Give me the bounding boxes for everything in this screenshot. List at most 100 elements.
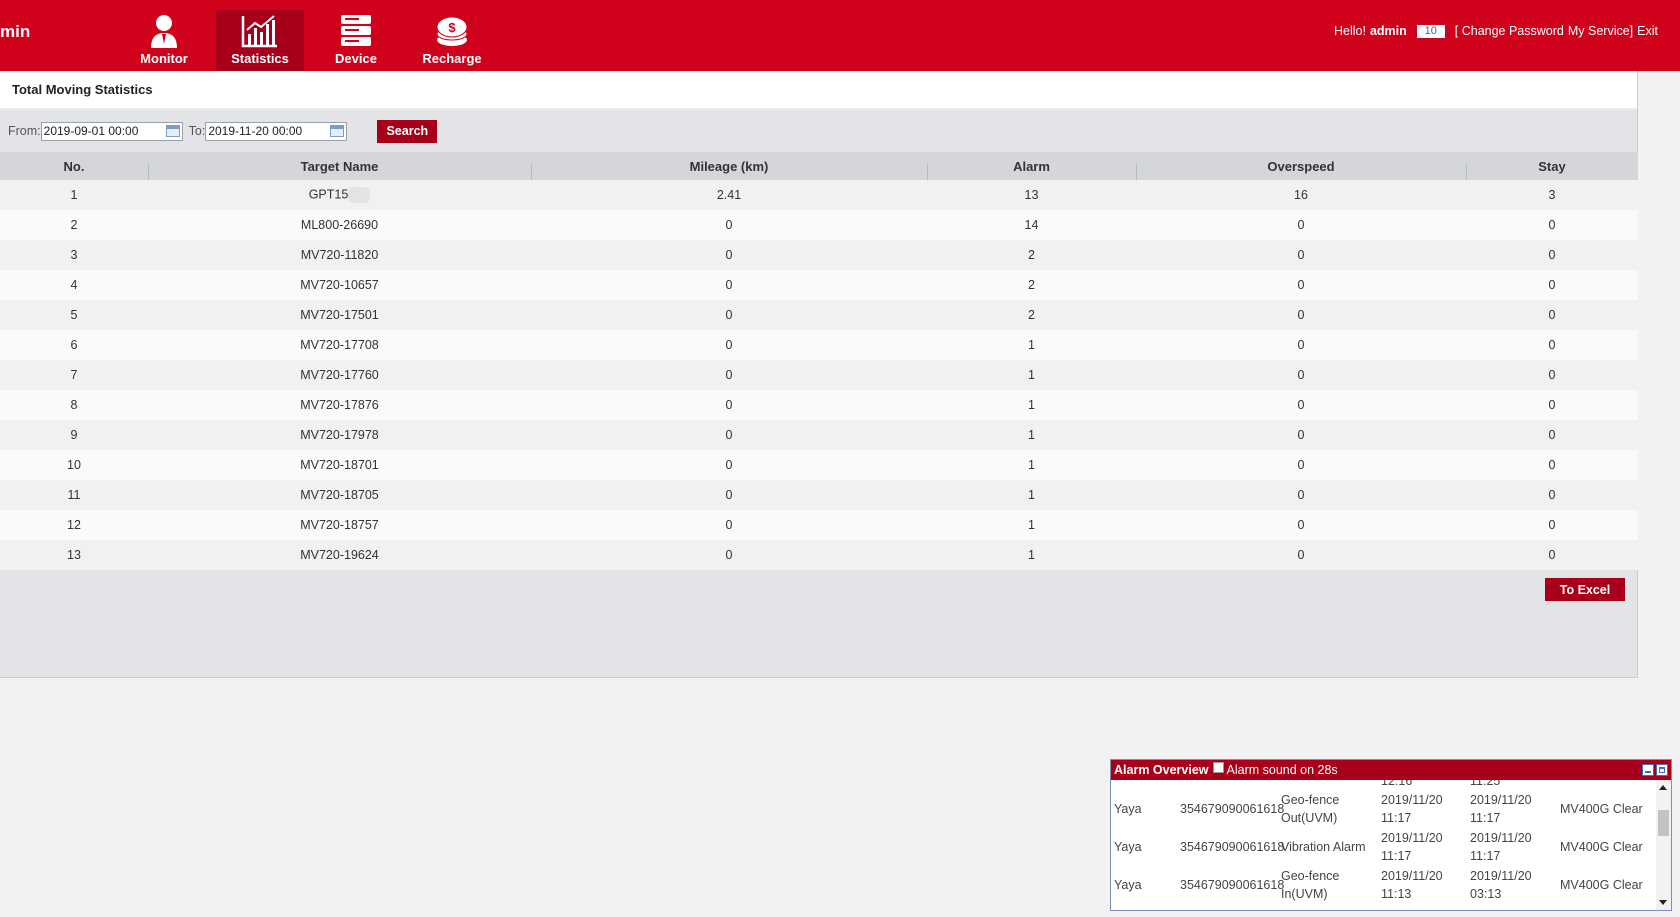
nav-monitor[interactable]: Monitor: [120, 10, 208, 71]
cell-no: 12: [67, 518, 81, 532]
cell-no: 7: [70, 368, 78, 382]
export-excel-button[interactable]: To Excel: [1545, 578, 1625, 601]
nav-recharge[interactable]: $ Recharge: [408, 10, 496, 71]
alarm-imei: 354679090061618: [1180, 878, 1285, 892]
cell-stay: 0: [1548, 338, 1556, 352]
calendar-icon[interactable]: [330, 125, 345, 137]
cell-target-name: MV720-17876: [300, 398, 379, 412]
alarm-row[interactable]: 12:16 11:25: [1111, 780, 1656, 790]
column-header-stay[interactable]: Stay: [1466, 159, 1638, 180]
alarm-time-start: 2019/11/20 11:17: [1381, 831, 1443, 863]
table-row[interactable]: 11 MV720-18705 0 1 0 0: [0, 480, 1638, 510]
table-row[interactable]: 1 GPT15 2.41 13 16 3: [0, 180, 1638, 210]
nav-device[interactable]: Device: [312, 10, 400, 71]
alarm-imei: 354679090061618: [1180, 802, 1285, 816]
table-row[interactable]: 6 MV720-17708 0 1 0 0: [0, 330, 1638, 360]
alarm-model: MV400G Clear: [1560, 838, 1656, 856]
cell-alarm: 1: [1028, 518, 1035, 532]
table-row[interactable]: 7 MV720-17760 0 1 0 0: [0, 360, 1638, 390]
calendar-icon[interactable]: [165, 125, 180, 137]
change-password-link[interactable]: [ Change Password: [1455, 24, 1564, 38]
table-row[interactable]: 8 MV720-17876 0 1 0 0: [0, 390, 1638, 420]
alarm-scrollbar[interactable]: [1656, 780, 1671, 910]
cell-mileage: 0: [725, 398, 733, 412]
cell-alarm: 13: [1024, 188, 1039, 202]
alarm-row[interactable]: Yaya 354679090061618 Geo-fence Out(UVM) …: [1111, 790, 1656, 828]
alarm-model-text: MV400G: [1560, 840, 1610, 854]
cell-overspeed: 0: [1297, 398, 1305, 412]
cell-stay: 0: [1548, 368, 1556, 382]
cell-target-name: MV720-18705: [300, 488, 379, 502]
cell-target-name: MV720-18701: [300, 458, 379, 472]
user-area: Hello! admin 10 [ Change Password My Ser…: [1334, 24, 1658, 38]
statistics-table: No. Target Name Mileage (km) Alarm Overs…: [0, 152, 1638, 570]
cell-mileage: 0: [725, 518, 733, 532]
table-row[interactable]: 3 MV720-11820 0 2 0 0: [0, 240, 1638, 270]
table-row[interactable]: 9 MV720-17978 0 1 0 0: [0, 420, 1638, 450]
column-header-overspeed[interactable]: Overspeed: [1136, 159, 1466, 180]
cell-no: 1: [70, 188, 78, 202]
cell-no: 2: [70, 218, 78, 232]
cell-target-name: MV720-17708: [300, 338, 379, 352]
page-title: Total Moving Statistics: [0, 71, 1637, 110]
main-nav: Monitor Statistics Device $ Recharge: [120, 10, 504, 71]
alarm-model: MV400G Clear: [1560, 876, 1656, 894]
cell-no: 13: [67, 548, 81, 562]
cell-target-name: MV720-19624: [300, 548, 379, 562]
from-label: From:: [8, 124, 41, 138]
table-row[interactable]: 12 MV720-18757 0 1 0 0: [0, 510, 1638, 540]
alarm-list-content: 12:16 11:25 Yaya 354679090061618 Geo-fen…: [1111, 780, 1656, 904]
cell-overspeed: 0: [1297, 338, 1305, 352]
cell-overspeed: 0: [1297, 488, 1305, 502]
from-date-input[interactable]: 2019-09-01 00:00: [40, 121, 183, 141]
top-bar: min Monitor Statistics Device $ Recharge…: [0, 0, 1680, 71]
scroll-up-icon[interactable]: [1659, 785, 1667, 790]
cell-overspeed: 0: [1297, 368, 1305, 382]
cell-target-name: MV720-17501: [300, 308, 379, 322]
clear-link[interactable]: Clear: [1613, 802, 1643, 816]
alarm-model-text: MV400G: [1560, 878, 1610, 892]
cell-mileage: 0: [725, 548, 733, 562]
column-header-no[interactable]: No.: [0, 159, 148, 174]
table-row[interactable]: 2 ML800-26690 0 14 0 0: [0, 210, 1638, 240]
column-header-alarm[interactable]: Alarm: [927, 159, 1136, 180]
from-date-value: 2019-09-01 00:00: [43, 124, 139, 138]
table-row[interactable]: 5 MV720-17501 0 2 0 0: [0, 300, 1638, 330]
cell-stay: 0: [1548, 428, 1556, 442]
table-row[interactable]: 13 MV720-19624 0 1 0 0: [0, 540, 1638, 570]
table-row[interactable]: 10 MV720-18701 0 1 0 0: [0, 450, 1638, 480]
cell-overspeed: 16: [1294, 188, 1308, 202]
cell-stay: 0: [1548, 518, 1556, 532]
to-date-value: 2019-11-20 00:00: [208, 124, 303, 138]
exit-link[interactable]: Exit: [1637, 24, 1658, 38]
alarm-overview-window: Alarm Overview Alarm sound on 28s 12:16 …: [1110, 759, 1672, 911]
nav-statistics[interactable]: Statistics: [216, 10, 304, 71]
cell-no: 5: [70, 308, 78, 322]
message-count-badge[interactable]: 10: [1416, 24, 1445, 38]
column-header-target-name[interactable]: Target Name: [148, 159, 531, 180]
cell-overspeed: 0: [1297, 278, 1305, 292]
scroll-thumb[interactable]: [1658, 810, 1669, 836]
alarm-row[interactable]: Yaya 354679090061618 Vibration Alarm 201…: [1111, 828, 1656, 866]
maximize-icon[interactable]: [1656, 764, 1668, 776]
alarm-sound-checkbox[interactable]: [1212, 761, 1224, 773]
cell-alarm: 1: [1028, 548, 1035, 562]
alarm-time-start: 12:16: [1381, 780, 1413, 788]
table-row[interactable]: 4 MV720-10657 0 2 0 0: [0, 270, 1638, 300]
to-date-input[interactable]: 2019-11-20 00:00: [205, 121, 348, 141]
minimize-icon[interactable]: [1642, 764, 1654, 776]
cell-stay: 0: [1548, 458, 1556, 472]
alarm-time-start: 2019/11/20 11:13: [1381, 869, 1443, 901]
search-button[interactable]: Search: [377, 119, 438, 143]
cell-mileage: 0: [725, 218, 733, 232]
cell-alarm: 14: [1024, 218, 1039, 232]
alarm-target: Yaya: [1114, 802, 1142, 816]
cell-stay: 0: [1548, 548, 1556, 562]
clear-link[interactable]: Clear: [1613, 840, 1643, 854]
clear-link[interactable]: Clear: [1613, 878, 1643, 892]
my-service-link[interactable]: My Service]: [1568, 24, 1633, 38]
alarm-overview-title: Alarm Overview: [1114, 763, 1209, 777]
scroll-down-icon[interactable]: [1659, 900, 1667, 905]
alarm-row[interactable]: Yaya 354679090061618 Geo-fence In(UVM) 2…: [1111, 866, 1656, 904]
column-header-mileage[interactable]: Mileage (km): [531, 159, 927, 180]
